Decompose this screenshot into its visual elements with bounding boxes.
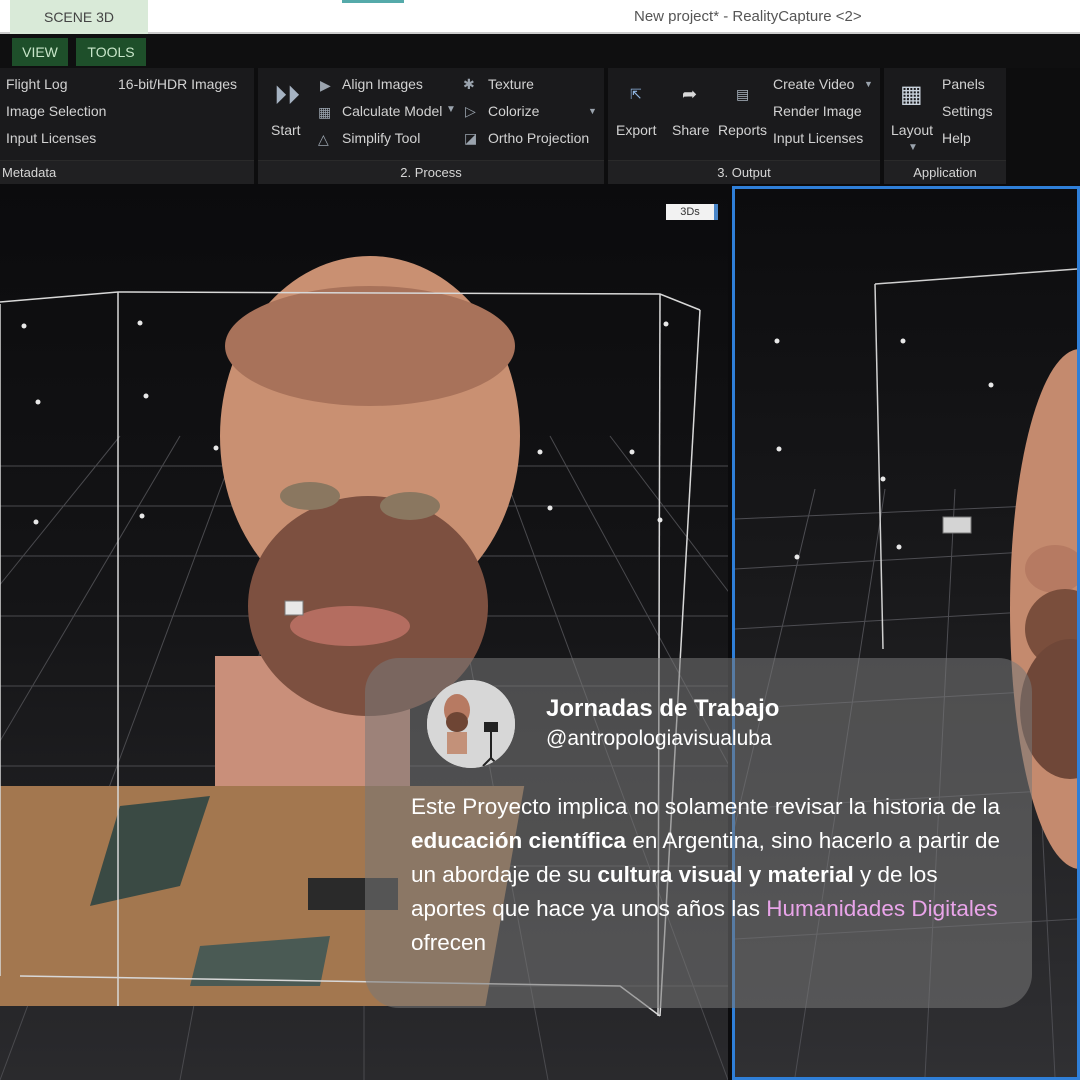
start-button[interactable]: Start <box>271 122 301 138</box>
hdr-images-button[interactable]: 16-bit/HDR Images <box>118 76 237 92</box>
output-input-licenses-button[interactable]: Input Licenses <box>773 130 863 146</box>
body-text-4: ofrecen <box>411 930 487 955</box>
output-group: ⇱ Export ➦ Share ▤ Reports Create Video … <box>608 68 880 184</box>
calculate-model-button[interactable]: Calculate Model <box>342 103 442 119</box>
card-handle[interactable]: @antropologiavisualuba <box>546 727 772 751</box>
input-licenses-button[interactable]: Input Licenses <box>6 130 96 146</box>
help-button[interactable]: Help <box>942 130 971 146</box>
card-body: Este Proyecto implica no solamente revis… <box>411 790 1011 960</box>
export-button[interactable]: Export <box>616 122 656 138</box>
process-dropdown-icon[interactable]: ▼ <box>588 106 597 116</box>
application-group-label: Application <box>884 160 1006 184</box>
settings-button[interactable]: Settings <box>942 103 993 119</box>
layout-button[interactable]: Layout <box>891 122 933 138</box>
window-title: New project* - RealityCapture <2> <box>634 8 862 25</box>
avatar <box>427 680 515 768</box>
align-images-button[interactable]: Align Images <box>342 76 423 92</box>
simplify-tool-button[interactable]: Simplify Tool <box>342 130 420 146</box>
right-camera-marker-icon[interactable] <box>942 516 972 534</box>
image-selection-button[interactable]: Image Selection <box>6 103 106 119</box>
metadata-group: Flight Log Image Selection Input License… <box>0 68 254 184</box>
body-text-1: Este Proyecto implica no solamente revis… <box>411 794 1001 819</box>
output-group-label: 3. Output <box>608 160 880 184</box>
layout-icon: ▦ <box>900 81 923 108</box>
avatar-image <box>427 680 515 768</box>
reports-icon: ▤ <box>736 86 750 102</box>
ortho-projection-icon: ◪ <box>464 130 478 146</box>
calculate-model-dropdown-icon[interactable]: ▼ <box>446 104 456 115</box>
texture-button[interactable]: Texture <box>488 76 534 92</box>
title-accent-line <box>342 0 404 3</box>
reality-capture-screen: SCENE 3D New project* - RealityCapture <… <box>0 0 1080 1080</box>
body-bold-1: educación científica <box>411 828 627 853</box>
3ds-badge[interactable]: 3Ds <box>666 204 718 220</box>
flight-log-button[interactable]: Flight Log <box>6 76 67 92</box>
application-group: ▦ Layout ▼ Panels Settings Help Applicat… <box>884 68 1006 184</box>
process-group-label: 2. Process <box>258 160 604 184</box>
render-image-button[interactable]: Render Image <box>773 103 862 119</box>
calculate-model-icon: ▦ <box>318 104 332 120</box>
create-video-button[interactable]: Create Video <box>773 76 854 92</box>
process-group: ⏵⏵ Start ▶ Align Images ▦ Calculate Mode… <box>258 68 604 184</box>
metadata-group-label: Metadata <box>0 160 254 184</box>
menu-row: VIEW TOOLS <box>0 34 1080 68</box>
body-highlight: Humanidades Digitales <box>766 896 998 921</box>
share-button[interactable]: Share <box>672 122 709 138</box>
ribbon: Flight Log Image Selection Input License… <box>0 68 1080 184</box>
colorize-icon: ▷ <box>465 103 476 119</box>
title-bar: SCENE 3D New project* - RealityCapture <… <box>0 0 1080 34</box>
camera-marker-icon[interactable] <box>284 600 304 616</box>
reports-button[interactable]: Reports <box>718 122 767 138</box>
texture-icon: ✱ <box>463 76 475 92</box>
tools-menu[interactable]: TOOLS <box>76 38 146 66</box>
scene-3d-tab[interactable]: SCENE 3D <box>10 0 148 34</box>
card-title: Jornadas de Trabajo <box>546 695 780 722</box>
body-bold-2: cultura visual y material <box>597 862 854 887</box>
create-video-dropdown-icon[interactable]: ▼ <box>864 79 873 89</box>
align-images-icon: ▶ <box>320 77 331 93</box>
share-icon: ➦ <box>682 84 698 104</box>
simplify-tool-icon: △ <box>318 131 329 147</box>
export-icon: ⇱ <box>630 86 642 102</box>
view-menu[interactable]: VIEW <box>12 38 68 66</box>
colorize-button[interactable]: Colorize <box>488 103 539 119</box>
layout-dropdown-icon[interactable]: ▼ <box>908 142 918 153</box>
panels-button[interactable]: Panels <box>942 76 985 92</box>
ortho-projection-button[interactable]: Ortho Projection <box>488 130 589 146</box>
start-icon[interactable]: ⏵⏵ <box>274 80 300 112</box>
